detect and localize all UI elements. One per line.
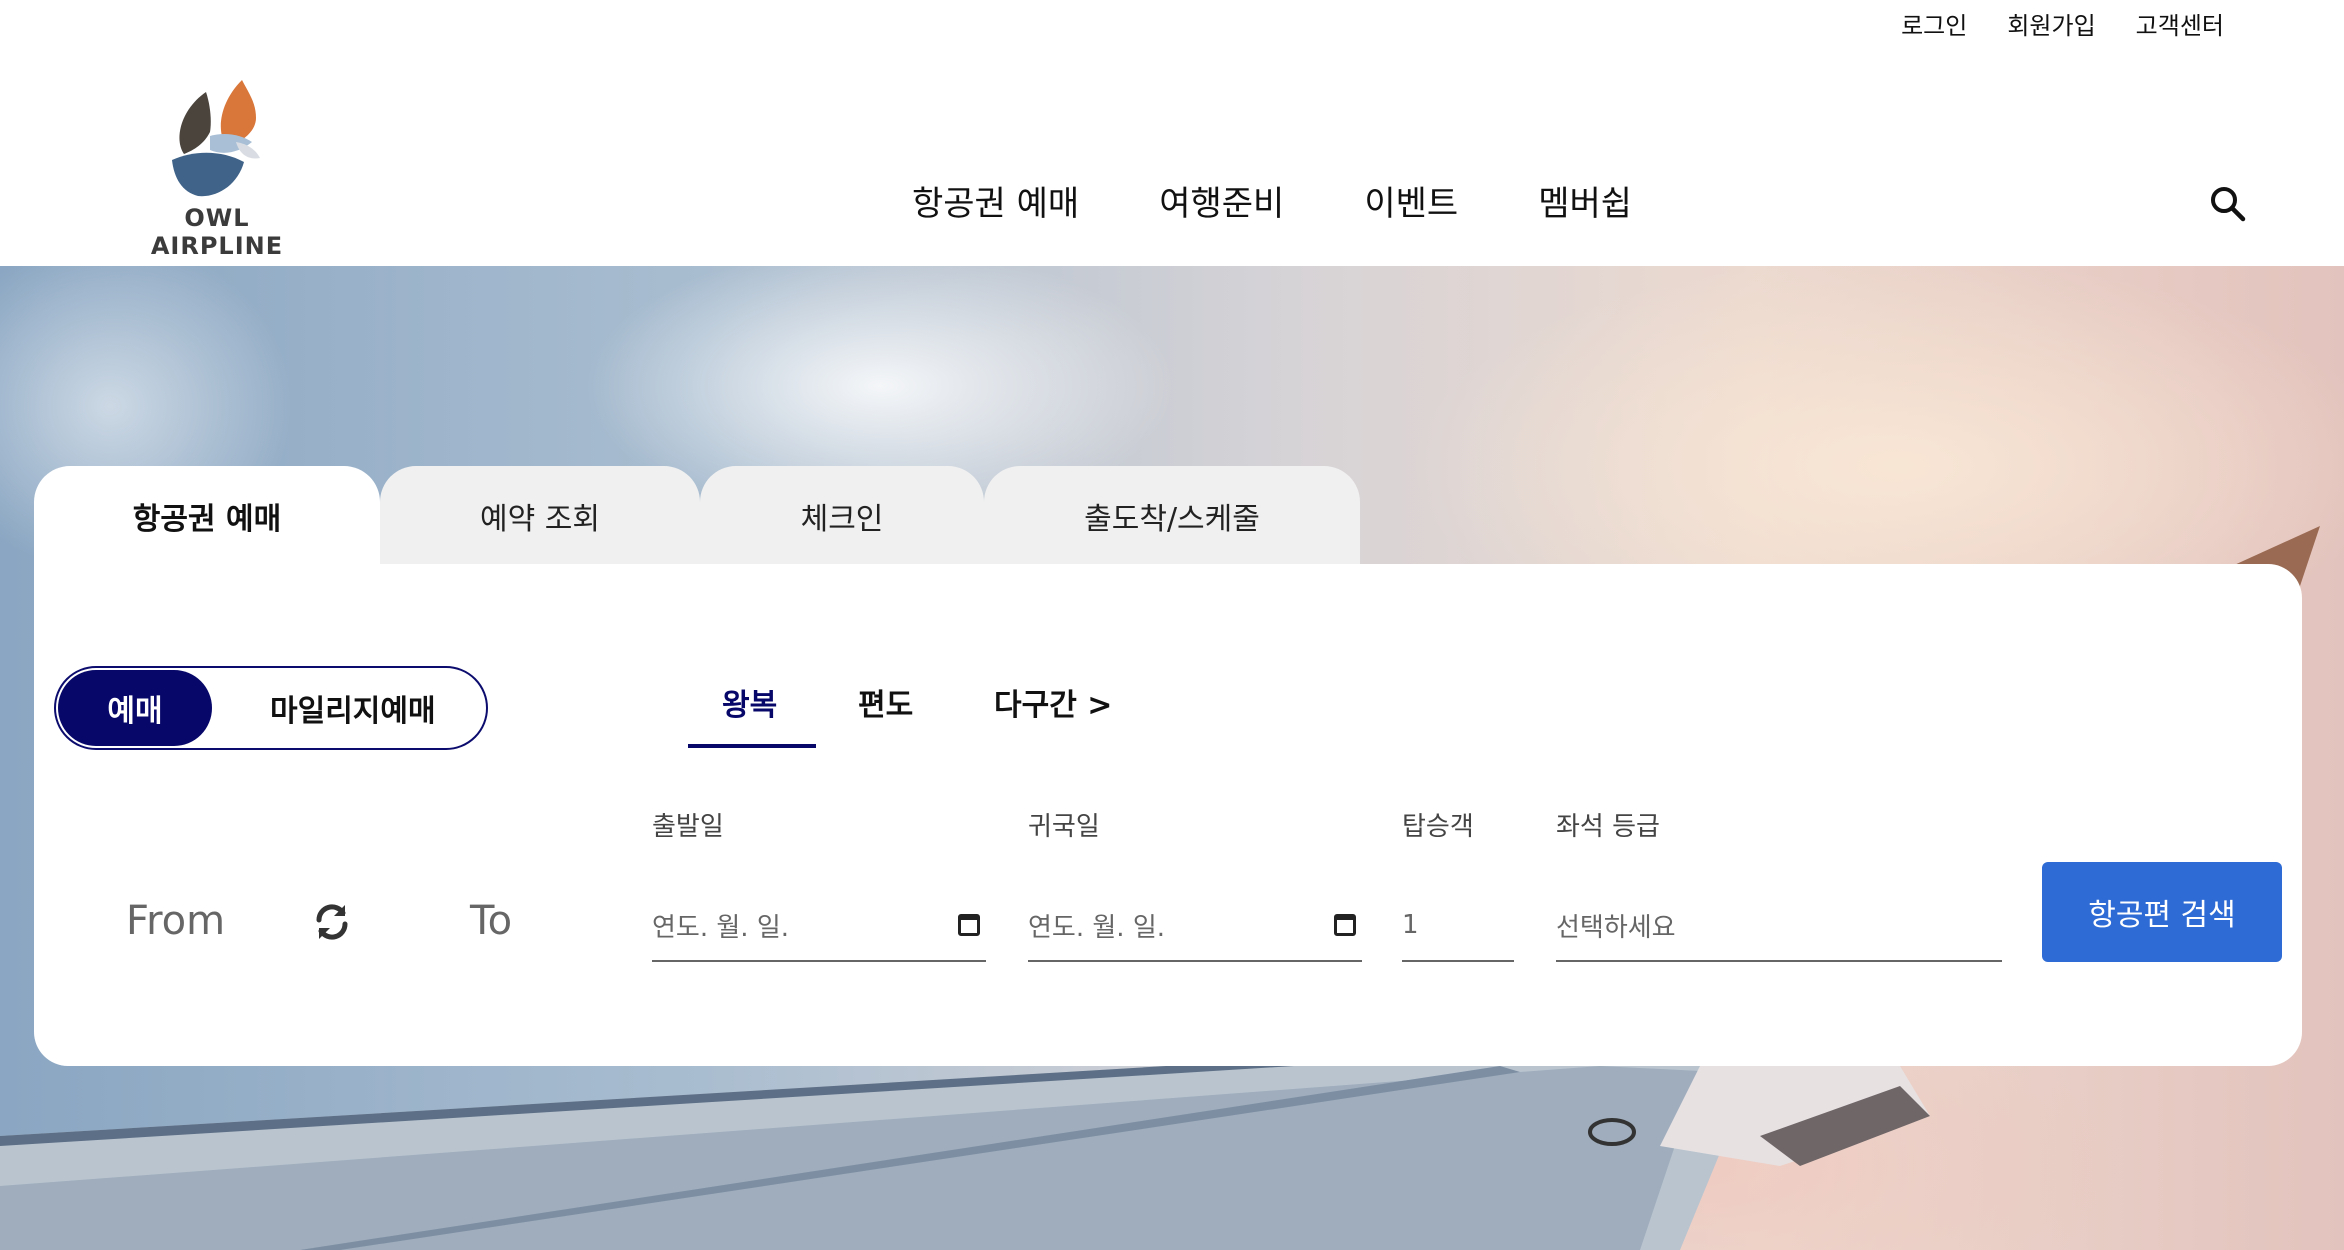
login-link[interactable]: 로그인 <box>1901 6 1967 41</box>
swap-route-icon[interactable] <box>312 902 352 942</box>
search-icon[interactable] <box>2208 184 2248 224</box>
depart-date-label: 출발일 <box>652 812 724 842</box>
nav-item-travel-prep[interactable]: 여행준비 <box>1159 176 1284 225</box>
return-date-placeholder: 연도. 월. 일. <box>1028 912 1166 943</box>
site-header: 로그인 회원가입 고객센터 OWL AIRPLINE 항공권 예매 여행준비 이… <box>0 0 2344 266</box>
tab-check-in[interactable]: 체크인 <box>700 466 984 566</box>
booking-type-regular[interactable]: 예매 <box>58 670 212 746</box>
main-nav: 항공권 예매 여행준비 이벤트 멤버쉽 <box>912 176 1632 225</box>
from-airport-selector[interactable]: From <box>126 898 225 944</box>
trip-type-oneway[interactable]: 편도 <box>858 680 913 723</box>
depart-date-input[interactable]: 연도. 월. 일. <box>652 890 986 962</box>
utility-links: 로그인 회원가입 고객센터 <box>1901 6 2224 41</box>
search-flights-button[interactable]: 항공편 검색 <box>2042 862 2282 962</box>
booking-tabs: 항공권 예매 예약 조회 체크인 출도착/스케줄 <box>34 466 1360 566</box>
trip-type-underline <box>688 744 816 748</box>
passengers-label: 탑승객 <box>1402 812 1474 842</box>
logo[interactable]: OWL AIRPLINE <box>124 80 310 260</box>
logo-text: OWL AIRPLINE <box>150 204 284 260</box>
return-date-input[interactable]: 연도. 월. 일. <box>1028 890 1362 962</box>
signup-link[interactable]: 회원가입 <box>2007 6 2095 41</box>
tab-reservation-lookup[interactable]: 예약 조회 <box>380 466 700 566</box>
owl-logo-icon <box>172 80 260 197</box>
trip-type-round[interactable]: 왕복 <box>722 680 777 723</box>
depart-date-placeholder: 연도. 월. 일. <box>652 912 790 943</box>
tab-flight-booking[interactable]: 항공권 예매 <box>34 466 380 566</box>
passengers-input[interactable]: 1 <box>1402 890 1514 962</box>
to-airport-selector[interactable]: To <box>470 898 512 944</box>
nav-item-membership[interactable]: 멤버쉽 <box>1538 176 1632 225</box>
calendar-icon[interactable] <box>1334 914 1356 936</box>
booking-type-mileage[interactable]: 마일리지예매 <box>270 668 436 748</box>
nav-item-events[interactable]: 이벤트 <box>1364 176 1458 225</box>
customer-center-link[interactable]: 고객센터 <box>2136 6 2224 41</box>
booking-panel <box>34 564 2302 1066</box>
trip-type-multicity[interactable]: 다구간 > <box>994 680 1112 723</box>
tab-arrivals-schedule[interactable]: 출도착/스케줄 <box>984 466 1360 566</box>
seat-class-label: 좌석 등급 <box>1556 812 1660 842</box>
seat-class-select[interactable]: 선택하세요 <box>1556 890 2002 962</box>
seat-class-placeholder: 선택하세요 <box>1556 912 1676 943</box>
calendar-icon[interactable] <box>958 914 980 936</box>
return-date-label: 귀국일 <box>1028 812 1100 842</box>
passengers-value: 1 <box>1402 910 1419 940</box>
nav-item-flight-booking[interactable]: 항공권 예매 <box>912 176 1079 225</box>
booking-type-toggle: 예매 마일리지예매 <box>54 666 488 750</box>
